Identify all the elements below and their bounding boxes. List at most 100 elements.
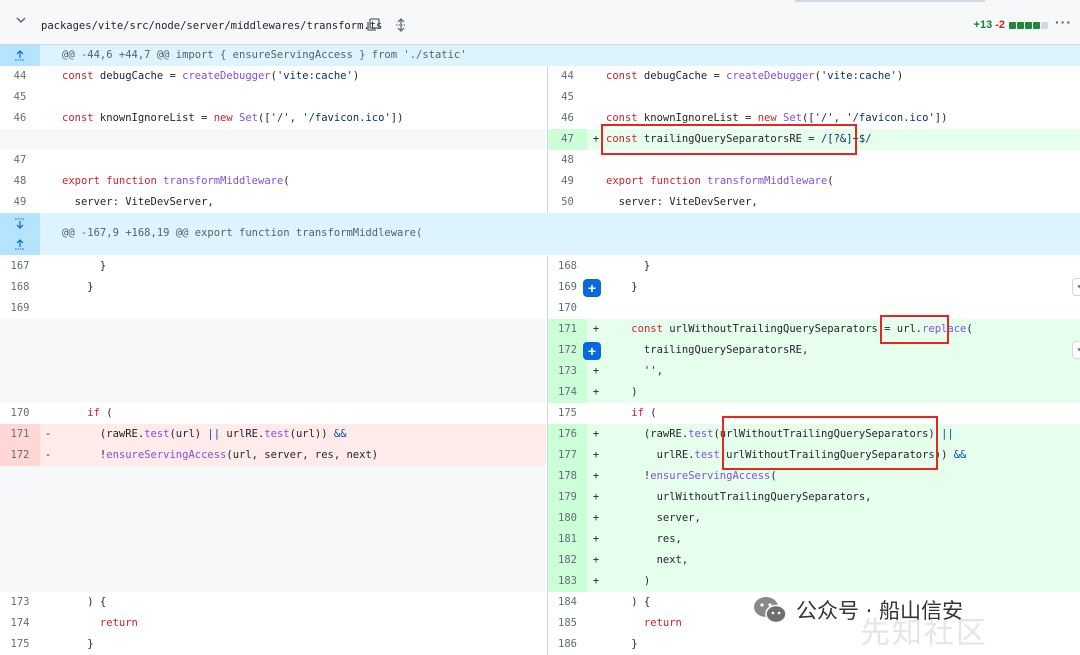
left-side-empty	[0, 529, 546, 550]
line-number[interactable]: 48	[548, 150, 587, 171]
code-line: export function transformMiddleware(	[62, 175, 290, 187]
left-side-empty	[0, 571, 546, 592]
diff-row-added: 181 + res,	[0, 529, 1080, 550]
chevron-down-icon[interactable]: ▾	[1072, 341, 1080, 359]
add-marker: +	[592, 512, 600, 524]
deletions-count: -2	[995, 19, 1005, 31]
line-number[interactable]: 47	[548, 129, 587, 150]
line-number[interactable]: 44	[0, 66, 40, 87]
add-comment-button[interactable]: +	[583, 342, 601, 360]
right-side: 176 + (rawRE.test(urlWithoutTrailingQuer…	[547, 424, 1080, 445]
line-number[interactable]: 48	[0, 171, 40, 192]
expand-all-icon[interactable]	[395, 18, 407, 32]
line-number[interactable]: 171	[0, 424, 40, 445]
line-number[interactable]: 184	[548, 592, 587, 613]
line-number[interactable]: 172	[548, 340, 587, 361]
header-divider	[795, 0, 985, 2]
line-number[interactable]: 171	[548, 319, 587, 340]
line-number[interactable]: 182	[548, 550, 587, 571]
right-side: 168 }	[547, 256, 1080, 277]
left-side-empty	[0, 466, 546, 487]
code-line: const debugCache = createDebugger('vite:…	[62, 70, 360, 82]
line-number[interactable]: 167	[0, 256, 40, 277]
add-marker: +	[592, 323, 600, 335]
code-line: }	[62, 638, 94, 650]
line-number[interactable]: 177	[548, 445, 587, 466]
line-number[interactable]: 45	[548, 87, 587, 108]
diff-row: 45 45	[0, 87, 1080, 108]
line-number[interactable]: 173	[0, 592, 40, 613]
line-number[interactable]: 183	[548, 571, 587, 592]
code-line: trailingQuerySeparatorsRE,	[606, 344, 809, 356]
right-side: 175 if (	[547, 403, 1080, 424]
line-number[interactable]: 173	[548, 361, 587, 382]
right-side: 46 const knownIgnoreList = new Set(['/',…	[547, 108, 1080, 129]
expand-up-icon[interactable]	[0, 50, 40, 64]
diff-row-changed: 171 - (rawRE.test(url) || urlRE.test(url…	[0, 424, 1080, 445]
code-line: server,	[606, 512, 701, 524]
line-number[interactable]: 174	[548, 382, 587, 403]
more-options-icon[interactable]: ···	[1055, 14, 1072, 30]
diff-row-added: 172 + trailingQuerySeparatorsRE, ▾	[0, 340, 1080, 361]
line-number[interactable]: 168	[548, 256, 587, 277]
diff-row: 46 const knownIgnoreList = new Set(['/',…	[0, 108, 1080, 129]
line-number[interactable]: 178	[548, 466, 587, 487]
left-side: 49 server: ViteDevServer,	[0, 192, 546, 213]
line-number[interactable]: 169	[548, 277, 587, 298]
line-number[interactable]: 50	[548, 192, 587, 213]
chevron-down-icon[interactable]	[14, 14, 28, 28]
right-side: 45	[547, 87, 1080, 108]
copy-icon[interactable]	[366, 18, 380, 32]
line-number[interactable]: 168	[0, 277, 40, 298]
add-marker: +	[592, 575, 600, 587]
line-number[interactable]: 174	[0, 613, 40, 634]
code-line: next,	[606, 554, 689, 566]
line-number[interactable]: 46	[0, 108, 40, 129]
left-side: 175 }	[0, 634, 546, 655]
right-side: 179 + urlWithoutTrailingQuerySeparators,	[547, 487, 1080, 508]
line-number[interactable]: 172	[0, 445, 40, 466]
line-number[interactable]: 180	[548, 508, 587, 529]
line-number[interactable]: 186	[548, 634, 587, 655]
right-side: 177 + urlRE.test(urlWithoutTrailingQuery…	[547, 445, 1080, 466]
code-line: urlRE.test(urlWithoutTrailingQuerySepara…	[606, 449, 967, 461]
line-number[interactable]: 170	[548, 298, 587, 319]
expand-up-icon[interactable]	[0, 239, 40, 253]
line-number[interactable]: 179	[548, 487, 587, 508]
line-number[interactable]: 170	[0, 403, 40, 424]
wechat-icon	[754, 597, 787, 624]
file-path[interactable]: packages/vite/src/node/server/middleware…	[41, 20, 382, 32]
chevron-down-icon[interactable]: ▾	[1072, 278, 1080, 296]
code-line: }	[62, 281, 94, 293]
line-number[interactable]: 175	[548, 403, 587, 424]
line-number[interactable]: 44	[548, 66, 587, 87]
add-marker: +	[592, 470, 600, 482]
line-number[interactable]: 46	[548, 108, 587, 129]
line-number[interactable]: 49	[0, 192, 40, 213]
line-number[interactable]: 49	[548, 171, 587, 192]
watermark: 公众号 · 船山信安	[752, 590, 963, 630]
diff-row-added: 180 + server,	[0, 508, 1080, 529]
del-marker: -	[44, 449, 52, 461]
right-side: 173 + '',	[547, 361, 1080, 382]
add-marker: +	[592, 554, 600, 566]
line-number[interactable]: 185	[548, 613, 587, 634]
add-comment-button[interactable]: +	[583, 279, 601, 297]
expand-up-button[interactable]	[0, 45, 40, 66]
expand-down-icon[interactable]	[0, 218, 40, 232]
line-number[interactable]: 169	[0, 298, 40, 319]
diffstat-block-added	[1025, 21, 1032, 29]
line-number[interactable]: 45	[0, 87, 40, 108]
diff-row-added: 178 + !ensureServingAccess(	[0, 466, 1080, 487]
left-side-empty	[0, 340, 546, 361]
expand-gutter	[0, 213, 40, 255]
line-number[interactable]: 47	[0, 150, 40, 171]
right-side: 172 + trailingQuerySeparatorsRE, ▾	[547, 340, 1080, 361]
code-line: if (	[631, 407, 657, 419]
line-number[interactable]: 181	[548, 529, 587, 550]
left-side-empty	[0, 508, 546, 529]
code-line: (rawRE.test(url) || urlRE.test(url)) &&	[62, 428, 347, 440]
line-number[interactable]: 175	[0, 634, 40, 655]
line-number[interactable]: 176	[548, 424, 587, 445]
code-line: server: ViteDevServer,	[606, 196, 758, 208]
